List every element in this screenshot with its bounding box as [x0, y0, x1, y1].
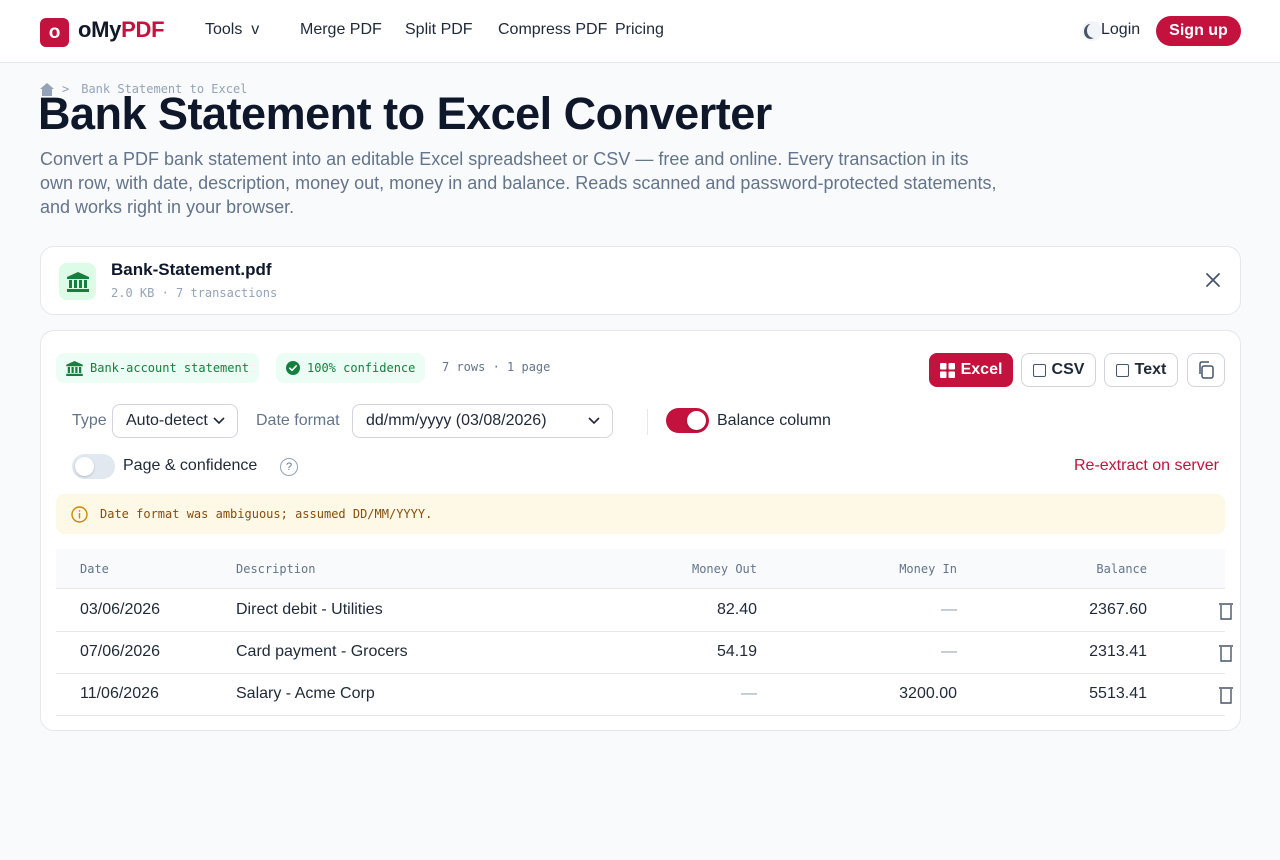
logo-icon[interactable]: o: [40, 18, 69, 47]
login-link[interactable]: Login: [1101, 21, 1140, 39]
page-confidence-toggle[interactable]: [72, 454, 115, 479]
result-card: Bank-account statement 100% confidence 7…: [40, 330, 1241, 731]
nav-pricing[interactable]: Pricing: [615, 21, 664, 39]
trash-icon[interactable]: [1218, 602, 1234, 620]
export-text-button[interactable]: Text: [1104, 353, 1178, 387]
cell-date[interactable]: 11/06/2026: [80, 685, 159, 703]
warning-text: Date format was ambiguous; assumed DD/MM…: [100, 507, 433, 521]
export-csv-button[interactable]: CSV: [1021, 353, 1096, 387]
confidence-badge: 100% confidence: [276, 353, 426, 383]
nav-split-pdf[interactable]: Split PDF: [405, 21, 473, 39]
chevron-down-icon: [213, 417, 225, 425]
bank-icon: [59, 263, 96, 300]
trash-icon[interactable]: [1218, 686, 1234, 704]
cell-date[interactable]: 03/06/2026: [80, 601, 160, 619]
chevron-down-icon: v: [251, 21, 260, 38]
info-icon: [71, 505, 88, 523]
bank-icon: [66, 360, 83, 376]
grid-icon: [939, 362, 955, 378]
copy-icon: [1199, 361, 1214, 379]
chevron-down-icon: [588, 417, 600, 425]
page-title: Bank Statement to Excel Converter: [38, 88, 772, 139]
cell-money-in[interactable]: —: [941, 643, 957, 661]
check-circle-icon: [286, 361, 300, 375]
col-money-in: Money In: [899, 562, 957, 576]
moon-icon[interactable]: [1082, 21, 1102, 41]
reextract-link[interactable]: Re-extract on server: [1074, 457, 1219, 475]
statement-type-badge: Bank-account statement: [56, 353, 259, 383]
top-nav: o oMyPDF Tools v Merge PDF Split PDF Com…: [0, 0, 1280, 63]
table-row: 07/06/2026 Card payment - Grocers 54.19 …: [56, 632, 1233, 674]
help-icon[interactable]: ?: [280, 458, 298, 476]
table-row: 11/06/2026 Salary - Acme Corp — 3200.00 …: [56, 674, 1233, 716]
cell-description[interactable]: Card payment - Grocers: [236, 643, 408, 661]
date-format-label: Date format: [256, 412, 340, 429]
uploaded-file-card: Bank-Statement.pdf 2.0 KB · 7 transactio…: [40, 246, 1241, 315]
logo-text[interactable]: oMyPDF: [78, 17, 165, 43]
rows-pages-info: 7 rows · 1 page: [442, 360, 551, 374]
cell-money-in[interactable]: 3200.00: [899, 685, 957, 703]
col-date: Date: [80, 562, 109, 576]
cell-balance[interactable]: 2313.41: [1089, 643, 1147, 661]
cell-money-in[interactable]: —: [941, 601, 957, 619]
balance-column-label: Balance column: [717, 412, 831, 429]
table-row: 03/06/2026 Direct debit - Utilities 82.4…: [56, 590, 1233, 632]
nav-compress-pdf[interactable]: Compress PDF: [498, 21, 607, 39]
nav-merge-pdf[interactable]: Merge PDF: [300, 21, 382, 39]
col-balance: Balance: [1096, 562, 1147, 576]
type-select[interactable]: Auto-detect: [112, 404, 238, 438]
signup-button[interactable]: Sign up: [1156, 16, 1241, 46]
cell-money-out[interactable]: 82.40: [717, 601, 757, 619]
checkbox-icon: [1115, 363, 1129, 377]
warning-banner: Date format was ambiguous; assumed DD/MM…: [56, 494, 1225, 534]
type-label: Type: [72, 412, 107, 429]
col-money-out: Money Out: [691, 562, 757, 576]
file-name: Bank-Statement.pdf: [111, 260, 272, 279]
copy-button[interactable]: [1187, 353, 1225, 387]
balance-column-toggle[interactable]: [666, 408, 709, 433]
close-icon[interactable]: [1203, 270, 1223, 290]
divider: [647, 409, 648, 435]
cell-money-out[interactable]: —: [741, 685, 757, 703]
cell-date[interactable]: 07/06/2026: [80, 643, 160, 661]
page-confidence-label: Page & confidence: [123, 457, 258, 474]
cell-description[interactable]: Salary - Acme Corp: [236, 685, 375, 703]
trash-icon[interactable]: [1218, 644, 1234, 662]
table-header: Date Description Money Out Money In Bala…: [56, 549, 1225, 589]
cell-balance[interactable]: 2367.60: [1089, 601, 1147, 619]
file-meta: 2.0 KB · 7 transactions: [111, 286, 278, 300]
col-description: Description: [236, 562, 316, 576]
export-excel-button[interactable]: Excel: [929, 353, 1013, 387]
cell-description[interactable]: Direct debit - Utilities: [236, 601, 383, 619]
cell-money-out[interactable]: 54.19: [717, 643, 757, 661]
date-format-select[interactable]: dd/mm/yyyy (03/08/2026): [352, 404, 613, 438]
checkbox-icon: [1032, 363, 1046, 377]
page-description: Convert a PDF bank statement into an edi…: [40, 149, 997, 217]
nav-tools-menu[interactable]: Tools v: [205, 21, 259, 39]
cell-balance[interactable]: 5513.41: [1089, 685, 1147, 703]
